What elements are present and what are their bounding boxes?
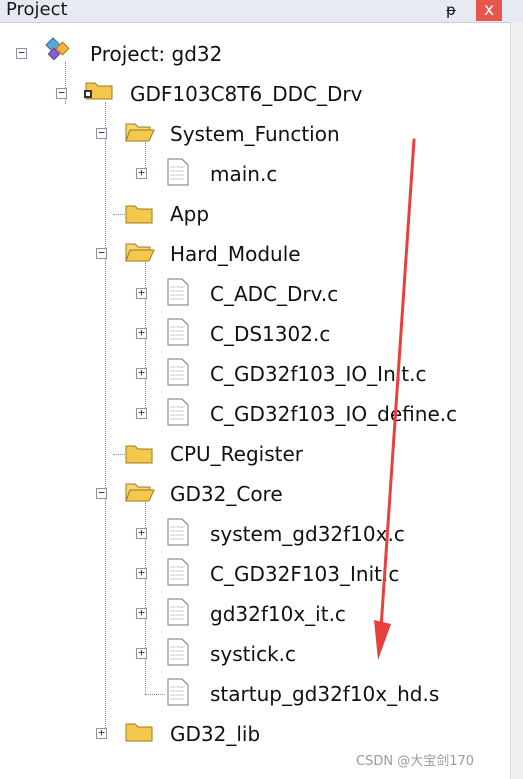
annotation-arrow — [374, 138, 416, 660]
watermark: CSDN @大宝剑170 — [356, 754, 475, 769]
